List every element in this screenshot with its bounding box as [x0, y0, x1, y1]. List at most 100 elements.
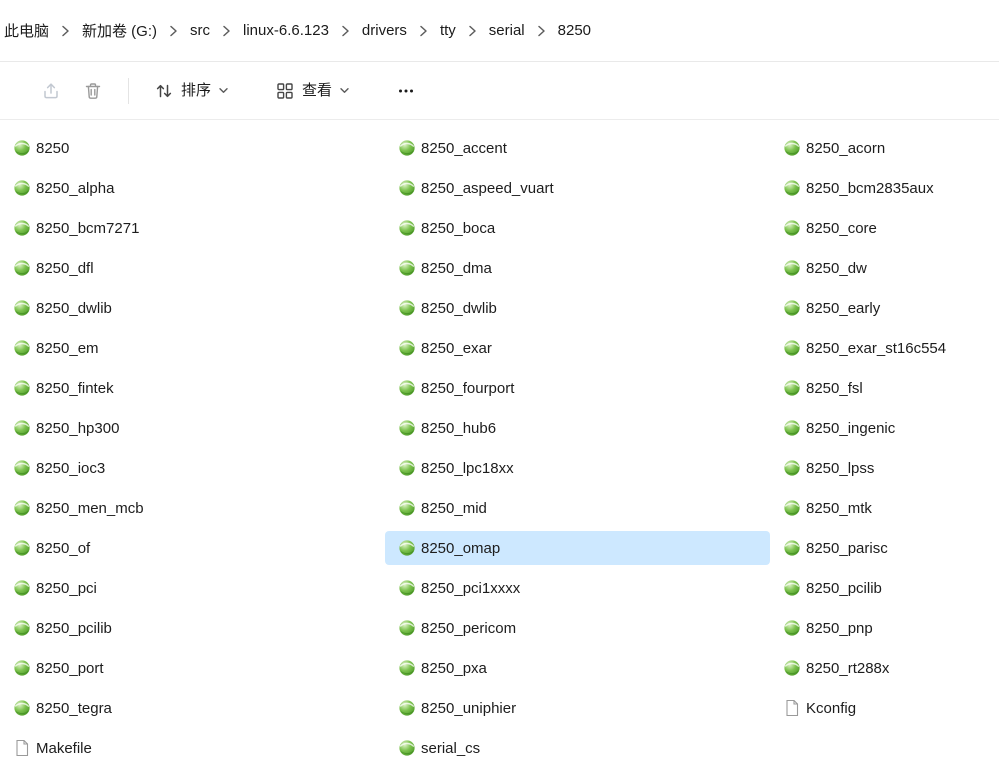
- file-name-label: 8250_hp300: [36, 419, 120, 437]
- file-item[interactable]: 8250_fourport: [385, 371, 770, 405]
- file-name-label: 8250_dfl: [36, 259, 94, 277]
- file-item[interactable]: Makefile: [0, 731, 385, 765]
- file-item[interactable]: 8250_ioc3: [0, 451, 385, 485]
- file-item[interactable]: 8250_bcm2835aux: [770, 171, 999, 205]
- file-item[interactable]: 8250_pericom: [385, 611, 770, 645]
- file-item[interactable]: 8250_acorn: [770, 131, 999, 165]
- share-button[interactable]: [30, 72, 72, 110]
- file-name-label: 8250_ioc3: [36, 459, 106, 477]
- file-name-label: 8250_tegra: [36, 699, 112, 717]
- file-name-label: 8250_men_mcb: [36, 499, 144, 517]
- file-item[interactable]: 8250_pci: [0, 571, 385, 605]
- file-name-label: serial_cs: [421, 739, 481, 757]
- file-item[interactable]: 8250_lpss: [770, 451, 999, 485]
- file-item[interactable]: 8250_parisc: [770, 531, 999, 565]
- source-file-icon: [13, 139, 31, 157]
- breadcrumb-label: 此电脑: [4, 23, 50, 40]
- file-name-label: 8250_acorn: [806, 139, 886, 157]
- file-item[interactable]: 8250_alpha: [0, 171, 385, 205]
- file-item[interactable]: 8250_fintek: [0, 371, 385, 405]
- file-item[interactable]: 8250_hp300: [0, 411, 385, 445]
- breadcrumb-item[interactable]: src: [181, 17, 219, 44]
- file-item[interactable]: 8250_men_mcb: [0, 491, 385, 525]
- chevron-right-icon: [419, 24, 428, 38]
- file-item[interactable]: 8250_pci1xxxx: [385, 571, 770, 605]
- file-name-label: 8250_pci: [36, 579, 97, 597]
- breadcrumb-item[interactable]: tty: [431, 17, 465, 44]
- source-file-icon: [398, 499, 416, 517]
- view-button[interactable]: 查看: [264, 72, 361, 110]
- file-item[interactable]: 8250_bcm7271: [0, 211, 385, 245]
- file-item[interactable]: 8250_core: [770, 211, 999, 245]
- file-item[interactable]: 8250_pxa: [385, 651, 770, 685]
- toolbar-divider: [128, 77, 129, 104]
- file-item[interactable]: 8250_uniphier: [385, 691, 770, 725]
- source-file-icon: [783, 499, 801, 517]
- source-file-icon: [398, 619, 416, 637]
- file-name-label: 8250_early: [806, 299, 881, 317]
- chevron-right-icon: [537, 24, 546, 38]
- file-name-label: 8250_port: [36, 659, 104, 677]
- breadcrumb-item[interactable]: linux-6.6.123: [234, 17, 338, 44]
- source-file-icon: [13, 659, 31, 677]
- file-item[interactable]: 8250_of: [0, 531, 385, 565]
- breadcrumb-item[interactable]: 8250: [549, 17, 600, 44]
- file-item[interactable]: 8250_pcilib: [770, 571, 999, 605]
- breadcrumb-label: 新加卷 (G:): [82, 23, 158, 40]
- source-file-icon: [398, 459, 416, 477]
- file-name-label: 8250_dma: [421, 259, 492, 277]
- file-name-label: 8250_ingenic: [806, 419, 896, 437]
- file-item[interactable]: 8250_fsl: [770, 371, 999, 405]
- file-item[interactable]: 8250_hub6: [385, 411, 770, 445]
- breadcrumb-item[interactable]: 此电脑: [2, 15, 58, 46]
- breadcrumb-item[interactable]: drivers: [353, 17, 416, 44]
- more-options-button[interactable]: [385, 72, 427, 110]
- file-item[interactable]: 8250_dwlib: [385, 291, 770, 325]
- source-file-icon: [398, 659, 416, 677]
- file-item[interactable]: 8250_exar_st16c554: [770, 331, 999, 365]
- file-item[interactable]: 8250_ingenic: [770, 411, 999, 445]
- sort-icon: [154, 81, 174, 101]
- source-file-icon: [398, 339, 416, 357]
- file-item[interactable]: 8250_dfl: [0, 251, 385, 285]
- file-item[interactable]: 8250_tegra: [0, 691, 385, 725]
- file-name-label: 8250_aspeed_vuart: [421, 179, 554, 197]
- file-name-label: 8250_pci1xxxx: [421, 579, 521, 597]
- file-name-label: 8250_dw: [806, 259, 867, 277]
- file-item[interactable]: 8250_em: [0, 331, 385, 365]
- file-item[interactable]: 8250_early: [770, 291, 999, 325]
- file-name-label: 8250_alpha: [36, 179, 115, 197]
- file-name-label: 8250_parisc: [806, 539, 888, 557]
- breadcrumb-item[interactable]: serial: [480, 17, 534, 44]
- file-item[interactable]: 8250_dwlib: [0, 291, 385, 325]
- file-item[interactable]: 8250_dw: [770, 251, 999, 285]
- breadcrumb-item[interactable]: 新加卷 (G:): [73, 15, 166, 46]
- file-name-label: 8250_mtk: [806, 499, 872, 517]
- file-item[interactable]: 8250_lpc18xx: [385, 451, 770, 485]
- file-name-label: 8250_exar: [421, 339, 492, 357]
- file-item[interactable]: 8250_omap: [385, 531, 770, 565]
- source-file-icon: [13, 539, 31, 557]
- source-file-icon: [13, 619, 31, 637]
- file-item[interactable]: 8250_dma: [385, 251, 770, 285]
- file-item[interactable]: 8250_pnp: [770, 611, 999, 645]
- file-item[interactable]: 8250_boca: [385, 211, 770, 245]
- file-item[interactable]: 8250_port: [0, 651, 385, 685]
- breadcrumb-label: serial: [488, 22, 525, 39]
- file-item[interactable]: serial_cs: [385, 731, 770, 765]
- file-name-label: 8250_of: [36, 539, 91, 557]
- file-item[interactable]: 8250: [0, 131, 385, 165]
- sort-button[interactable]: 排序: [143, 72, 240, 110]
- file-name-label: 8250_pnp: [806, 619, 873, 637]
- file-item[interactable]: 8250_mtk: [770, 491, 999, 525]
- delete-button[interactable]: [72, 72, 114, 110]
- document-icon: [783, 699, 801, 717]
- file-item[interactable]: 8250_accent: [385, 131, 770, 165]
- file-item[interactable]: 8250_exar: [385, 331, 770, 365]
- file-item[interactable]: 8250_rt288x: [770, 651, 999, 685]
- file-item[interactable]: 8250_mid: [385, 491, 770, 525]
- file-name-label: 8250_mid: [421, 499, 487, 517]
- file-item[interactable]: Kconfig: [770, 691, 999, 725]
- file-item[interactable]: 8250_aspeed_vuart: [385, 171, 770, 205]
- file-item[interactable]: 8250_pcilib: [0, 611, 385, 645]
